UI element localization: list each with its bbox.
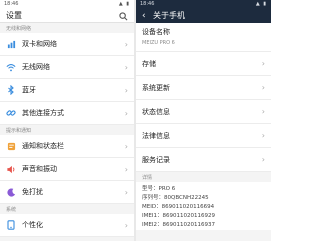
chevron-right-icon: › (261, 131, 265, 140)
about-item-label: 存储 (142, 59, 156, 68)
status-bar: 18:46 ▲ ▮ (0, 0, 134, 8)
chevron-right-icon: › (124, 39, 128, 49)
about-phone-screen: 18:46 ▲ ▮ ‹ 关于手机 设备名称 MEIZU PRO 6 存储 › 系… (136, 0, 271, 241)
settings-item-label: 无线网络 (22, 63, 50, 71)
settings-item-label: 免打扰 (22, 188, 43, 196)
chevron-right-icon: › (261, 83, 265, 92)
section-wireless: 无线和网络 (0, 23, 134, 33)
chevron-right-icon: › (261, 59, 265, 68)
chevron-right-icon: › (124, 164, 128, 174)
settings-screen: 18:46 ▲ ▮ 设置 无线和网络 双卡和网络 › 无线网络 › 蓝牙 › 其… (0, 0, 134, 241)
settings-item-label: 声音和振动 (22, 165, 57, 173)
page-title: 设置 (6, 10, 22, 20)
status-bar: 18:46 ▲ ▮ (136, 0, 271, 8)
settings-item-label: 蓝牙 (22, 86, 36, 94)
status-time: 18:46 (4, 1, 19, 7)
status-time: 18:46 (140, 1, 155, 7)
settings-item-label: 双卡和网络 (22, 40, 57, 48)
moon-icon (6, 187, 16, 197)
chevron-right-icon: › (124, 220, 128, 230)
search-icon[interactable] (119, 6, 128, 25)
personalize-icon (6, 220, 16, 230)
device-name-label: 设备名称 (142, 28, 170, 36)
bluetooth-icon (6, 85, 16, 95)
settings-item-personalize[interactable]: 个性化 › (0, 214, 134, 237)
chevron-right-icon: › (124, 85, 128, 95)
chevron-right-icon: › (261, 155, 265, 164)
section-system: 系统 (0, 204, 134, 214)
detail-imei2: IMEI2：869011020116937 (142, 222, 215, 228)
settings-item-other-connection[interactable]: 其他连接方式 › (0, 102, 134, 125)
section-notify: 提示和通知 (0, 125, 134, 135)
about-header: ‹ 关于手机 (136, 8, 271, 23)
chevron-right-icon: › (124, 141, 128, 151)
settings-item-label: 通知和状态栏 (22, 142, 64, 150)
page-title: 关于手机 (153, 11, 185, 20)
detail-model: 型号：PRO 6 (142, 186, 176, 192)
link-icon (6, 108, 16, 118)
section-details: 详情 (136, 172, 271, 182)
detail-imei1: IMEI1：869011020116929 (142, 213, 215, 219)
about-item-label: 服务记录 (142, 155, 170, 164)
settings-item-wlan[interactable]: 无线网络 › (0, 56, 134, 79)
chevron-right-icon: › (124, 187, 128, 197)
wifi-icon (6, 62, 16, 72)
about-item-service[interactable]: 服务记录 › (136, 148, 271, 172)
device-name-row[interactable]: 设备名称 MEIZU PRO 6 (136, 23, 271, 52)
device-name-value: MEIZU PRO 6 (142, 40, 175, 46)
sim-icon (6, 39, 16, 49)
back-arrow-icon[interactable]: ‹ (142, 11, 150, 21)
about-item-label: 法律信息 (142, 131, 170, 140)
detail-meid: MEID：869011020116694 (142, 204, 215, 210)
settings-item-bluetooth[interactable]: 蓝牙 › (0, 79, 134, 102)
settings-item-sim[interactable]: 双卡和网络 › (0, 33, 134, 56)
settings-item-label: 其他连接方式 (22, 109, 64, 117)
about-item-label: 状态信息 (142, 107, 170, 116)
about-item-label: 系统更新 (142, 83, 170, 92)
about-item-status[interactable]: 状态信息 › (136, 100, 271, 124)
settings-item-notification[interactable]: 通知和状态栏 › (0, 135, 134, 158)
about-item-legal[interactable]: 法律信息 › (136, 124, 271, 148)
about-item-storage[interactable]: 存储 › (136, 52, 271, 76)
detail-serial: 序列号：80QBCNH22245 (142, 195, 209, 201)
settings-item-sound[interactable]: 声音和振动 › (0, 158, 134, 181)
settings-item-dnd[interactable]: 免打扰 › (0, 181, 134, 204)
status-icons: ▲ ▮ (255, 1, 267, 7)
notification-icon (6, 141, 16, 151)
chevron-right-icon: › (124, 108, 128, 118)
details-list: 型号：PRO 6 序列号：80QBCNH22245 MEID：869011020… (136, 182, 271, 230)
chevron-right-icon: › (124, 62, 128, 72)
settings-header: 设置 (0, 8, 134, 23)
about-item-update[interactable]: 系统更新 › (136, 76, 271, 100)
chevron-right-icon: › (261, 107, 265, 116)
sound-icon (6, 164, 16, 174)
settings-item-label: 个性化 (22, 221, 43, 229)
